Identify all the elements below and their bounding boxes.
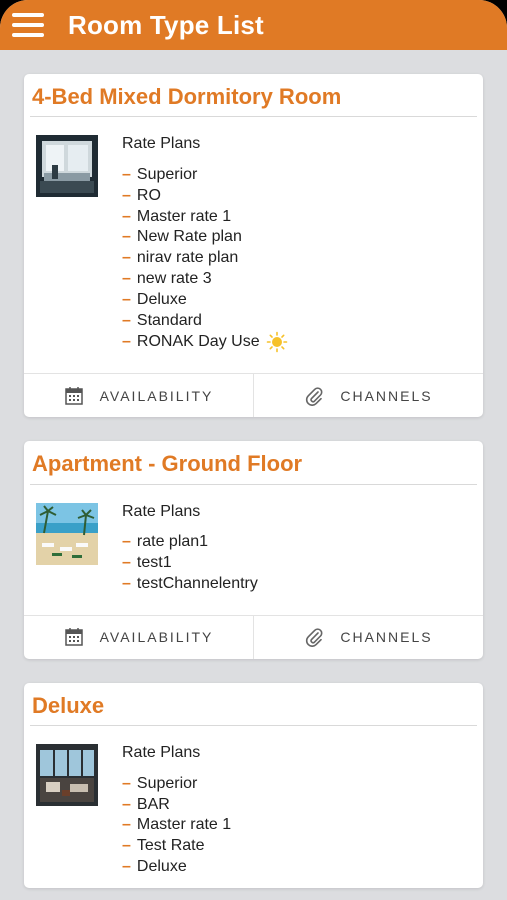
dash-bullet: – (122, 290, 131, 308)
room-type-card: Apartment - Ground Floor Rate Plans – ra… (24, 441, 483, 659)
rate-plan-item[interactable]: – new rate 3 (122, 269, 471, 290)
room-thumbnail[interactable] (36, 135, 98, 198)
rate-plans-heading: Rate Plans (122, 744, 201, 762)
dash-bullet: – (122, 554, 131, 572)
rate-plan-name: nirav rate plan (136, 249, 239, 267)
rate-plan-item[interactable]: – test1 (122, 553, 471, 574)
sun-icon (266, 331, 288, 353)
dash-bullet: – (122, 816, 131, 834)
rate-plan-item[interactable]: – RONAK Day Use (122, 331, 471, 353)
dash-bullet: – (122, 332, 131, 350)
rate-plan-name: Test Rate (136, 837, 205, 855)
dash-bullet: – (122, 165, 131, 183)
dash-bullet: – (122, 774, 131, 792)
dash-bullet: – (122, 249, 131, 267)
channels-label: CHANNELS (340, 387, 433, 404)
channels-button[interactable]: CHANNELS (253, 615, 483, 659)
rate-plan-name: RO (136, 186, 161, 204)
card-actions: AVAILABILITY CHANNELS (24, 373, 483, 418)
rate-plan-item[interactable]: – Superior (122, 165, 471, 186)
rate-plan-item[interactable]: – Standard (122, 311, 471, 332)
availability-button[interactable]: AVAILABILITY (24, 616, 253, 659)
dash-bullet: – (122, 574, 131, 592)
rate-plan-name: Deluxe (136, 857, 187, 875)
rate-plan-name: Master rate 1 (136, 816, 232, 834)
dash-bullet: – (122, 269, 131, 287)
dash-bullet: – (122, 228, 131, 246)
room-type-title[interactable]: 4-Bed Mixed Dormitory Room (24, 74, 483, 116)
rate-plan-item[interactable]: – testChannelentry (122, 574, 471, 595)
rate-plan-item[interactable]: – Deluxe (122, 290, 471, 311)
rate-plan-item[interactable]: – BAR (122, 795, 471, 816)
card-body: Rate Plans – Superior – BAR – Master rate 1… (24, 726, 483, 888)
rate-plan-item[interactable]: – Superior (122, 774, 471, 795)
rate-plan-item[interactable]: – RO (122, 186, 471, 207)
dash-bullet: – (122, 795, 131, 813)
availability-button[interactable]: AVAILABILITY (24, 374, 253, 417)
rate-plan-name: Standard (136, 311, 202, 329)
dash-bullet: – (122, 533, 131, 551)
rate-plan-name: RONAK Day Use (136, 332, 260, 350)
rate-plan-name: testChannelentry (136, 574, 258, 592)
rate-plan-item[interactable]: – Test Rate (122, 836, 471, 857)
channels-label: CHANNELS (340, 629, 433, 646)
rate-plan-name: New Rate plan (136, 228, 242, 246)
rate-plans-section: Rate Plans – Superior – BAR – Master rate 1… (122, 744, 471, 878)
card-body: Rate Plans – Superior – RO – Master rate 1 … (24, 117, 483, 363)
rate-plan-name: BAR (136, 795, 170, 813)
rate-plans-heading: Rate Plans (122, 135, 201, 153)
rate-plan-name: Superior (136, 165, 198, 183)
rate-plan-list: – Superior – RO – Master rate 1 – New Rate p… (122, 165, 471, 353)
paperclip-icon (304, 386, 324, 406)
dash-bullet: – (122, 837, 131, 855)
rate-plans-section: Rate Plans – rate plan1 – test1 – testChann… (122, 503, 471, 595)
rate-plan-list: – Superior – BAR – Master rate 1 – Test Rate… (122, 774, 471, 878)
rate-plans-section: Rate Plans – Superior – RO – Master rate 1 … (122, 135, 471, 353)
rate-plan-item[interactable]: – New Rate plan (122, 227, 471, 248)
rate-plan-name: Deluxe (136, 290, 187, 308)
calendar-icon (64, 386, 84, 406)
availability-label: AVAILABILITY (99, 387, 214, 404)
rate-plan-item[interactable]: – rate plan1 (122, 532, 471, 553)
channels-button[interactable]: CHANNELS (253, 374, 483, 418)
rate-plan-name: test1 (136, 554, 172, 572)
card-body: Rate Plans – rate plan1 – test1 – testChann… (24, 485, 483, 605)
rate-plan-item[interactable]: – Deluxe (122, 857, 471, 878)
room-type-card: 4-Bed Mixed Dormitory Room Rate Plans – … (24, 74, 483, 418)
rate-plan-item[interactable]: – Master rate 1 (122, 207, 471, 228)
dash-bullet: – (122, 311, 131, 329)
calendar-icon (64, 627, 84, 647)
card-actions: AVAILABILITY CHANNELS (24, 614, 483, 659)
dash-bullet: – (122, 186, 131, 204)
hamburger-menu-icon[interactable] (12, 13, 44, 37)
room-type-list[interactable]: 4-Bed Mixed Dormitory Room Rate Plans – … (0, 50, 507, 900)
room-thumbnail[interactable] (36, 502, 98, 565)
paperclip-icon (304, 627, 324, 648)
rate-plan-item[interactable]: – Master rate 1 (122, 815, 471, 836)
rate-plan-list: – rate plan1 – test1 – testChannelentry (122, 532, 471, 594)
rate-plan-name: new rate 3 (136, 269, 212, 287)
app-screen: Room Type List 4-Bed Mixed Dormitory Roo… (0, 0, 507, 900)
rate-plan-name: Superior (136, 774, 198, 792)
page-title: Room Type List (68, 9, 264, 40)
rate-plan-item[interactable]: – nirav rate plan (122, 248, 471, 269)
room-type-title[interactable]: Apartment - Ground Floor (24, 441, 483, 483)
dash-bullet: – (122, 857, 131, 875)
rate-plans-heading: Rate Plans (122, 502, 201, 520)
dash-bullet: – (122, 207, 131, 225)
app-bar: Room Type List (0, 0, 507, 50)
availability-label: AVAILABILITY (99, 629, 214, 646)
rate-plan-name: Master rate 1 (136, 207, 232, 225)
room-type-card: Deluxe Rate Plans – Superior – BAR – Mas… (24, 682, 483, 888)
room-thumbnail[interactable] (36, 744, 98, 807)
rate-plan-name: rate plan1 (136, 533, 209, 551)
room-type-title[interactable]: Deluxe (24, 683, 483, 725)
